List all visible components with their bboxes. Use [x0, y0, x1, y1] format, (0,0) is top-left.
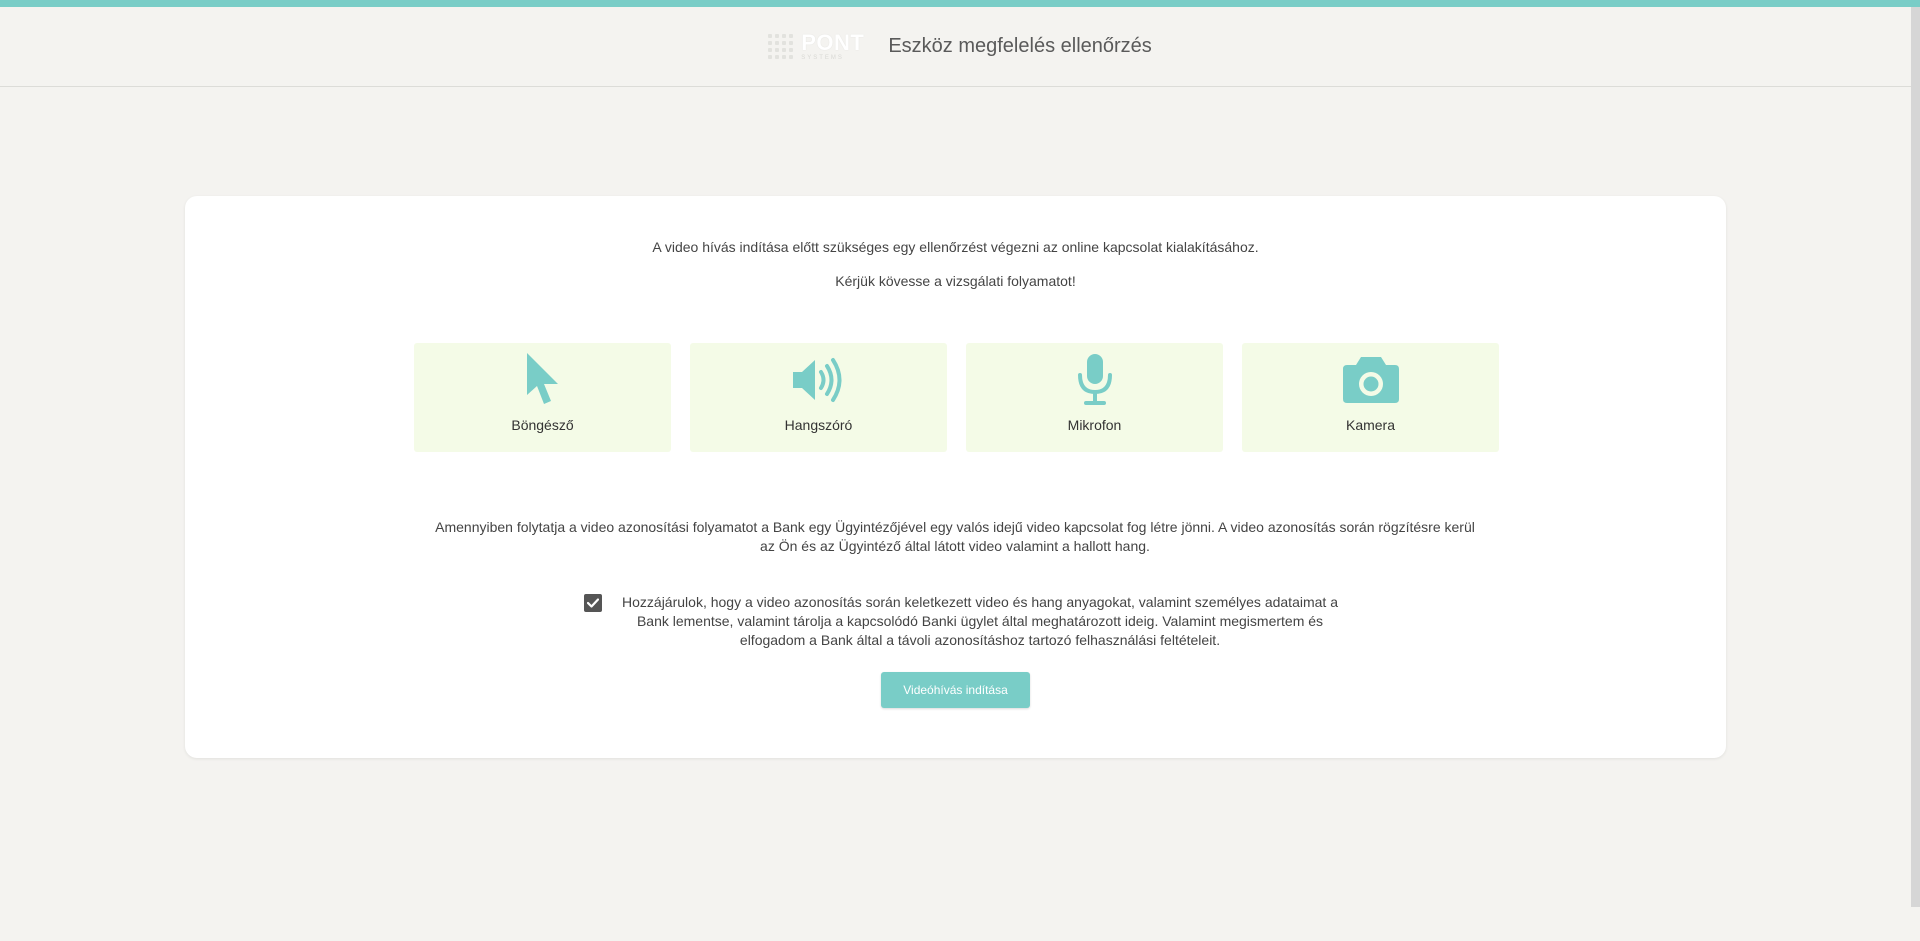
check-label-speaker: Hangszóró [784, 417, 853, 433]
cursor-icon [523, 353, 563, 407]
instruction-text: Kérjük kövesse a vizsgálati folyamatot! [835, 273, 1076, 289]
page-header: PONT SYSTEMS Eszköz megfelelés ellenőrzé… [0, 7, 1920, 87]
logo-text: PONT [801, 30, 865, 55]
logo: PONT SYSTEMS [768, 32, 864, 61]
intro-text: A video hívás indítása előtt szükséges e… [652, 239, 1259, 255]
check-card: A video hívás indítása előtt szükséges e… [185, 196, 1726, 758]
consent-checkbox[interactable] [584, 594, 602, 612]
start-video-call-button[interactable]: Videóhívás indítása [881, 672, 1030, 708]
consent-row: Hozzájárulok, hogy a video azonosítás so… [584, 593, 1344, 650]
check-tile-browser[interactable]: Böngésző [414, 343, 671, 452]
microphone-icon [1075, 353, 1115, 407]
check-tile-camera[interactable]: Kamera [1242, 343, 1499, 452]
check-label-camera: Kamera [1345, 417, 1396, 433]
device-checks: Böngésző Hangszóró Mikrofon Kamera [414, 343, 1499, 452]
checkmark-icon [587, 598, 599, 608]
logo-dots-icon [768, 34, 794, 59]
page-title: Eszköz megfelelés ellenőrzés [888, 35, 1152, 57]
top-accent-bar [0, 0, 1920, 7]
logo-subtext: SYSTEMS [801, 55, 844, 61]
check-tile-microphone[interactable]: Mikrofon [966, 343, 1223, 452]
speaker-icon [791, 353, 847, 407]
check-label-browser: Böngésző [511, 417, 574, 433]
consent-text: Hozzájárulok, hogy a video azonosítás so… [622, 594, 1338, 648]
check-tile-speaker[interactable]: Hangszóró [690, 343, 947, 452]
check-label-microphone: Mikrofon [1067, 417, 1122, 433]
recording-notice: Amennyiben folytatja a video azonosítási… [435, 519, 1475, 554]
camera-icon [1341, 353, 1401, 407]
scrollbar[interactable] [1911, 7, 1920, 907]
